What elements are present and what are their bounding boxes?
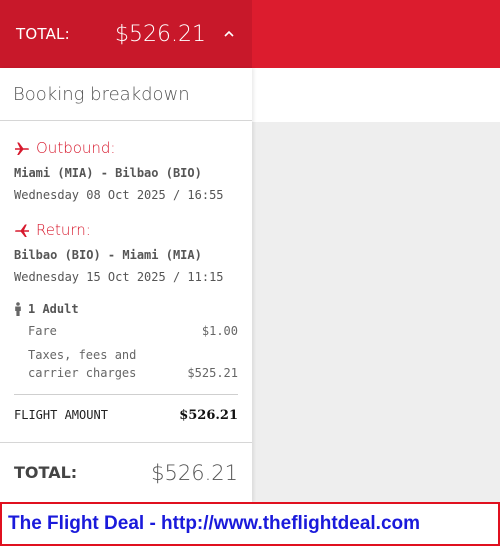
outbound-datetime: Wednesday 08 Oct 2025 / 16:55: [14, 188, 224, 202]
outbound-heading: Outbound:: [14, 138, 238, 158]
fare-row: Fare $1.00: [14, 322, 238, 340]
fare-label: Fare: [28, 324, 57, 338]
page-background: [252, 122, 500, 502]
chevron-up-icon[interactable]: [222, 27, 236, 41]
flight-amount-label: FLIGHT AMOUNT: [14, 408, 108, 422]
fare-value: $1.00: [201, 324, 238, 338]
return-route: Bilbao (BIO) - Miami (MIA): [14, 248, 202, 262]
taxes-label: Taxes, fees and carrier charges: [28, 348, 137, 380]
person-icon: [15, 302, 21, 316]
taxes-value: $525.21: [187, 366, 238, 380]
total-amount: $526.21: [115, 21, 206, 47]
outbound-leg: Outbound: Miami (MIA) - Bilbao (BIO) Wed…: [0, 138, 252, 202]
watermark-banner: The Flight Deal - http://www.theflightde…: [0, 502, 500, 546]
return-heading: Return:: [14, 220, 238, 240]
passenger-count: 1 Adult: [28, 302, 79, 316]
return-datetime: Wednesday 15 Oct 2025 / 11:15: [14, 270, 224, 284]
booking-breakdown-panel: Booking breakdown Outbound: Miami (MIA) …: [0, 68, 252, 502]
flight-amount-row: FLIGHT AMOUNT $526.21: [0, 395, 252, 435]
total-label: TOTAL:: [16, 25, 70, 43]
plane-return-icon: [15, 224, 29, 237]
outbound-route: Miami (MIA) - Bilbao (BIO): [14, 166, 202, 180]
passenger-section: 1 Adult Fare $1.00 Taxes, fees and carri…: [0, 302, 252, 382]
breakdown-total-label: TOTAL:: [14, 463, 78, 482]
panel-title: Booking breakdown: [0, 68, 252, 121]
plane-departure-icon: [15, 142, 29, 155]
breakdown-total-value: $526.21: [151, 460, 238, 485]
flight-amount-value: $526.21: [179, 407, 238, 423]
passenger-heading: 1 Adult: [14, 302, 238, 316]
content-strip: [252, 68, 500, 122]
return-leg: Return: Bilbao (BIO) - Miami (MIA) Wedne…: [0, 220, 252, 284]
total-summary-header[interactable]: TOTAL: $526.21: [0, 0, 252, 68]
outbound-label: Outbound:: [36, 139, 116, 157]
return-label: Return:: [36, 221, 91, 239]
watermark-text: The Flight Deal - http://www.theflightde…: [8, 513, 421, 534]
taxes-row: Taxes, fees and carrier charges $525.21: [14, 346, 238, 382]
breakdown-total-row: TOTAL: $526.21: [0, 442, 252, 502]
